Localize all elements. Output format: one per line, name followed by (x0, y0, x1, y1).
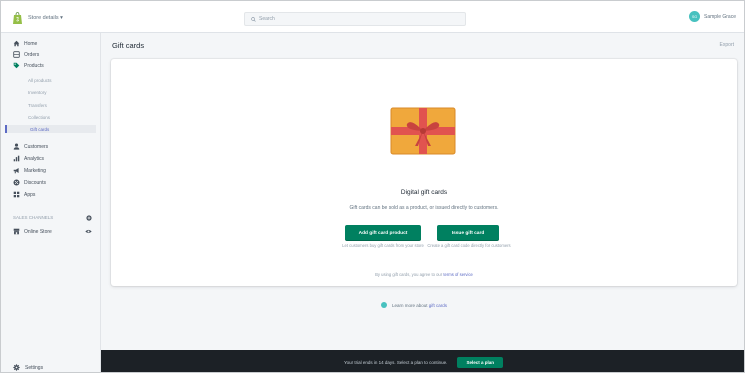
person-icon (13, 143, 20, 150)
gear-icon (13, 364, 20, 371)
empty-state-card: Digital gift cards Gift cards can be sol… (111, 59, 737, 286)
learn-more-text: Learn more about gift cards (392, 303, 447, 308)
sidebar-item-label: Customers (24, 143, 49, 150)
search-placeholder: Search (259, 16, 275, 22)
shopify-bag-icon (13, 12, 22, 24)
sidebar-item-orders[interactable]: Orders (13, 50, 39, 59)
sidebar-item-label: Analytics (24, 155, 45, 162)
sidebar-item-marketing[interactable]: Marketing (13, 166, 46, 175)
app-window: Store details ▾ Search SG Sample Grace H… (0, 0, 745, 373)
store-switcher[interactable]: Store details ▾ (12, 11, 63, 25)
sidebar-item-online-store[interactable]: Online Store (13, 227, 52, 236)
sidebar-item-label: Online Store (24, 228, 52, 235)
tag-icon (13, 62, 20, 69)
view-store-icon[interactable] (85, 228, 92, 235)
apps-icon (13, 191, 20, 198)
search-icon (251, 16, 256, 22)
issue-gift-card-help-text: Create a gift card code directly for cus… (427, 243, 511, 248)
info-icon (381, 302, 387, 308)
store-name: Store details ▾ (28, 15, 63, 21)
sales-channels-heading: SALES CHANNELS (13, 215, 54, 220)
terms-notice: By using gift cards, you agree to our te… (111, 272, 737, 277)
home-icon (13, 40, 20, 47)
store-icon (13, 228, 20, 235)
gift-card-illustration (390, 107, 456, 155)
top-bar: Store details ▾ Search SG Sample Grace (1, 1, 744, 33)
export-button[interactable]: Export (720, 42, 734, 48)
sidebar: Home Orders Products All products Invent… (1, 33, 101, 372)
sidebar-subitem-gift-cards[interactable]: Gift cards (5, 125, 96, 133)
sidebar-subitem-inventory[interactable]: Inventory (28, 88, 47, 96)
issue-gift-card-button[interactable]: Issue gift card (437, 225, 499, 241)
sidebar-item-label: Marketing (24, 167, 46, 174)
select-plan-button[interactable]: Select a plan (457, 356, 503, 368)
search-input[interactable]: Search (244, 12, 466, 26)
learn-more-link[interactable]: gift cards (429, 303, 447, 308)
discount-icon (13, 179, 20, 186)
page-title: Gift cards (112, 41, 145, 50)
user-menu[interactable]: SG Sample Grace (689, 11, 736, 22)
add-gift-card-product-button[interactable]: Add gift card product (345, 225, 421, 241)
sidebar-item-customers[interactable]: Customers (13, 142, 48, 151)
sidebar-item-home[interactable]: Home (13, 39, 37, 48)
sidebar-item-apps[interactable]: Apps (13, 190, 35, 199)
sidebar-item-products[interactable]: Products (13, 61, 44, 70)
terms-of-service-link[interactable]: terms of service (443, 272, 473, 277)
sidebar-item-analytics[interactable]: Analytics (13, 154, 44, 163)
trial-banner: Your trial ends in 14 days. Select a pla… (101, 350, 744, 372)
sidebar-item-discounts[interactable]: Discounts (13, 178, 46, 187)
learn-more: Learn more about gift cards (381, 302, 447, 308)
sidebar-subitem-transfers[interactable]: Transfers (28, 101, 47, 109)
avatar: SG (689, 11, 701, 22)
learn-more-prefix: Learn more about (392, 302, 428, 308)
sidebar-item-label: Home (24, 40, 38, 47)
add-channel-icon[interactable] (86, 215, 92, 221)
sidebar-item-label: Products (24, 62, 44, 69)
megaphone-icon (13, 168, 19, 174)
sidebar-item-settings[interactable]: Settings (13, 363, 43, 372)
orders-icon (13, 51, 20, 58)
bar-chart-icon (13, 155, 20, 162)
sidebar-subitem-collections[interactable]: Collections (28, 113, 50, 121)
trial-message: Your trial ends in 14 days. Select a pla… (344, 359, 448, 365)
sidebar-subitem-all-products[interactable]: All products (28, 76, 52, 84)
card-subheading: Gift cards can be sold as a product, or … (349, 205, 499, 211)
sidebar-item-label: Orders (24, 51, 40, 58)
main-content: Gift cards Export Digital gift cards Gif… (101, 33, 744, 372)
sidebar-item-label: Settings (25, 364, 44, 371)
user-name: Sample Grace (704, 13, 736, 20)
add-gift-card-help-text: Let customers buy gift cards from your s… (342, 243, 424, 248)
card-heading: Digital gift cards (400, 189, 448, 196)
sidebar-item-label: Discounts (24, 179, 46, 186)
sidebar-item-label: Apps (24, 191, 36, 198)
terms-prefix: By using gift cards, you agree to our (375, 272, 443, 277)
